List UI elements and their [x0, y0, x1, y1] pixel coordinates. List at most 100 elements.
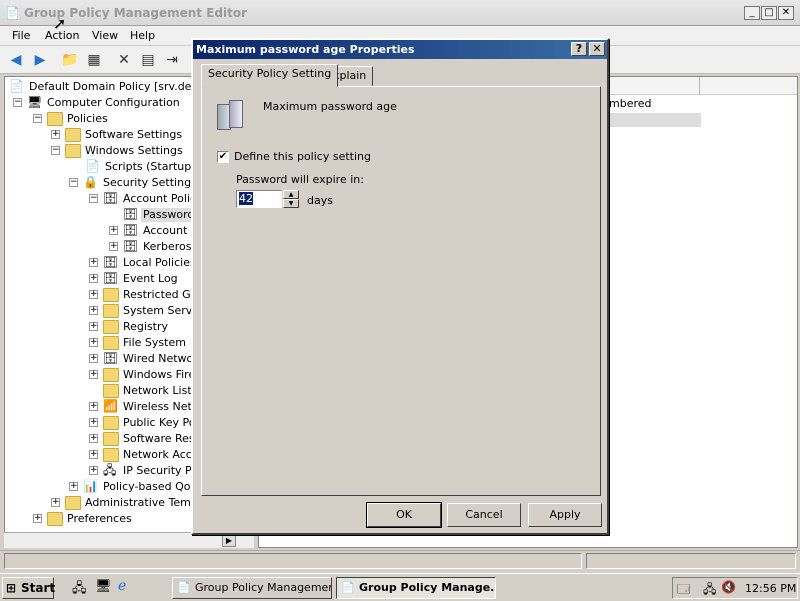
locked-folder-icon: [103, 288, 119, 302]
spin-up-icon[interactable]: ▲: [283, 190, 299, 199]
define-policy-checkbox[interactable]: ✔: [217, 151, 229, 163]
forward-icon[interactable]: ▶: [30, 50, 50, 70]
expand-icon[interactable]: +: [89, 354, 98, 363]
expand-icon[interactable]: +: [33, 514, 42, 523]
tab-security-policy-setting[interactable]: Security Policy Setting: [201, 64, 339, 87]
internet-explorer-icon[interactable]: ℯ: [118, 578, 126, 594]
policy-folder-icon: 🗄: [103, 255, 119, 269]
close-button[interactable]: ✕: [778, 6, 794, 20]
cancel-button[interactable]: Cancel: [447, 503, 521, 527]
locked-folder-icon: [103, 320, 119, 334]
up-folder-icon[interactable]: 📁: [60, 50, 80, 70]
expand-icon[interactable]: +: [89, 450, 98, 459]
collapse-icon[interactable]: −: [69, 178, 78, 187]
expand-icon[interactable]: +: [51, 498, 60, 507]
back-icon[interactable]: ◀: [6, 50, 26, 70]
expand-icon[interactable]: +: [89, 290, 98, 299]
properties-dialog[interactable]: Maximum password age Properties ? ✕ Secu…: [191, 38, 609, 535]
start-button[interactable]: ⊞ Start: [2, 577, 55, 599]
expire-days-value: 42: [239, 192, 253, 205]
expand-icon[interactable]: +: [109, 242, 118, 251]
mouse-cursor-icon: ➚: [53, 14, 67, 33]
menu-view[interactable]: View: [92, 29, 118, 42]
windows-logo-icon: ⊞: [6, 581, 17, 595]
expand-icon[interactable]: +: [89, 402, 98, 411]
policy-folder-icon: 🗄: [123, 239, 139, 253]
folder-icon: [103, 368, 119, 382]
delete-icon[interactable]: ✕: [114, 50, 134, 70]
scroll-right-icon[interactable]: ▶: [222, 534, 236, 547]
menu-file[interactable]: File: [12, 29, 30, 42]
selected-row[interactable]: [599, 113, 701, 127]
folder-icon: [47, 512, 63, 526]
show-hide-tree-icon[interactable]: ▦: [84, 50, 104, 70]
folder-icon: [103, 432, 119, 446]
script-icon: 📄: [85, 159, 100, 173]
server-manager-icon[interactable]: 🖧: [72, 579, 87, 601]
app-icon: 📄: [5, 6, 20, 20]
expand-icon[interactable]: +: [89, 258, 98, 267]
minimize-button[interactable]: _: [744, 6, 760, 20]
expand-icon[interactable]: +: [89, 322, 98, 331]
collapse-icon[interactable]: −: [13, 98, 22, 107]
expand-icon[interactable]: +: [89, 434, 98, 443]
network-tray-icon[interactable]: 🖧: [703, 580, 716, 601]
expand-icon[interactable]: +: [89, 466, 98, 475]
define-policy-label[interactable]: Define this policy setting: [234, 150, 371, 163]
collapse-icon[interactable]: −: [33, 114, 42, 123]
expand-icon[interactable]: +: [109, 226, 118, 235]
folder-icon: [103, 416, 119, 430]
taskbar: ⊞ Start 🖧 🖥 ℯ 📄 Group Policy Management …: [0, 573, 800, 600]
expand-icon[interactable]: +: [89, 338, 98, 347]
status-panel: [4, 553, 582, 569]
export-icon[interactable]: ⇥: [162, 50, 182, 70]
network-icon: 🗄: [103, 351, 119, 365]
properties-icon[interactable]: ▤: [138, 50, 158, 70]
policy-folder-icon: 🗄: [123, 223, 139, 237]
status-panel-right: [586, 553, 796, 569]
clock[interactable]: 12:56 PM: [745, 582, 796, 595]
security-icon: 🔒: [83, 175, 98, 189]
ip-security-icon: 🖧: [103, 463, 117, 477]
volume-muted-icon[interactable]: 🔇: [721, 580, 736, 594]
dialog-close-button[interactable]: ✕: [589, 42, 605, 56]
column-divider: [699, 77, 700, 95]
show-desktop-icon[interactable]: 🖥: [95, 579, 112, 594]
expire-days-input[interactable]: 42: [236, 190, 282, 208]
status-bar: [0, 550, 800, 570]
task-label: Group Policy Manage...: [359, 581, 496, 594]
task-label: Group Policy Management: [195, 581, 332, 594]
expire-label: Password will expire in:: [236, 173, 364, 186]
folder-icon: [103, 448, 119, 462]
tray-app-icon[interactable]: 🗔: [677, 580, 690, 601]
help-button[interactable]: ?: [571, 42, 587, 56]
expand-icon[interactable]: +: [51, 130, 60, 139]
wireless-icon: 📶: [103, 399, 118, 413]
collapse-icon[interactable]: −: [51, 146, 60, 155]
expand-icon[interactable]: +: [89, 418, 98, 427]
expire-unit: days: [307, 194, 333, 207]
maximize-button[interactable]: □: [761, 6, 777, 20]
apply-button[interactable]: Apply: [528, 503, 602, 527]
expand-icon[interactable]: +: [89, 306, 98, 315]
details-text: mbered: [609, 97, 652, 110]
taskbar-item-gpme[interactable]: 📄 Group Policy Manage...: [336, 577, 496, 599]
server-policy-icon: [215, 98, 247, 132]
taskbar-item-gpm[interactable]: 📄 Group Policy Management: [172, 577, 332, 599]
folder-icon: [65, 144, 81, 158]
system-tray: 🗔 🖧 🔇 12:56 PM: [672, 577, 798, 599]
expand-icon[interactable]: +: [69, 482, 78, 491]
ok-button[interactable]: OK: [366, 502, 442, 528]
expand-icon[interactable]: +: [89, 274, 98, 283]
folder-icon: [47, 112, 63, 126]
menu-help[interactable]: Help: [130, 29, 155, 42]
collapse-icon[interactable]: −: [89, 194, 98, 203]
folder-icon: [103, 384, 119, 398]
spin-down-icon[interactable]: ▼: [283, 199, 299, 208]
locked-folder-icon: [103, 304, 119, 318]
main-title-bar[interactable]: 📄 Group Policy Management Editor _ □ ✕: [0, 0, 800, 26]
expand-icon[interactable]: +: [89, 370, 98, 379]
locked-folder-icon: [103, 336, 119, 350]
dialog-title-bar[interactable]: Maximum password age Properties ? ✕: [193, 40, 607, 59]
folder-icon: [65, 128, 81, 142]
